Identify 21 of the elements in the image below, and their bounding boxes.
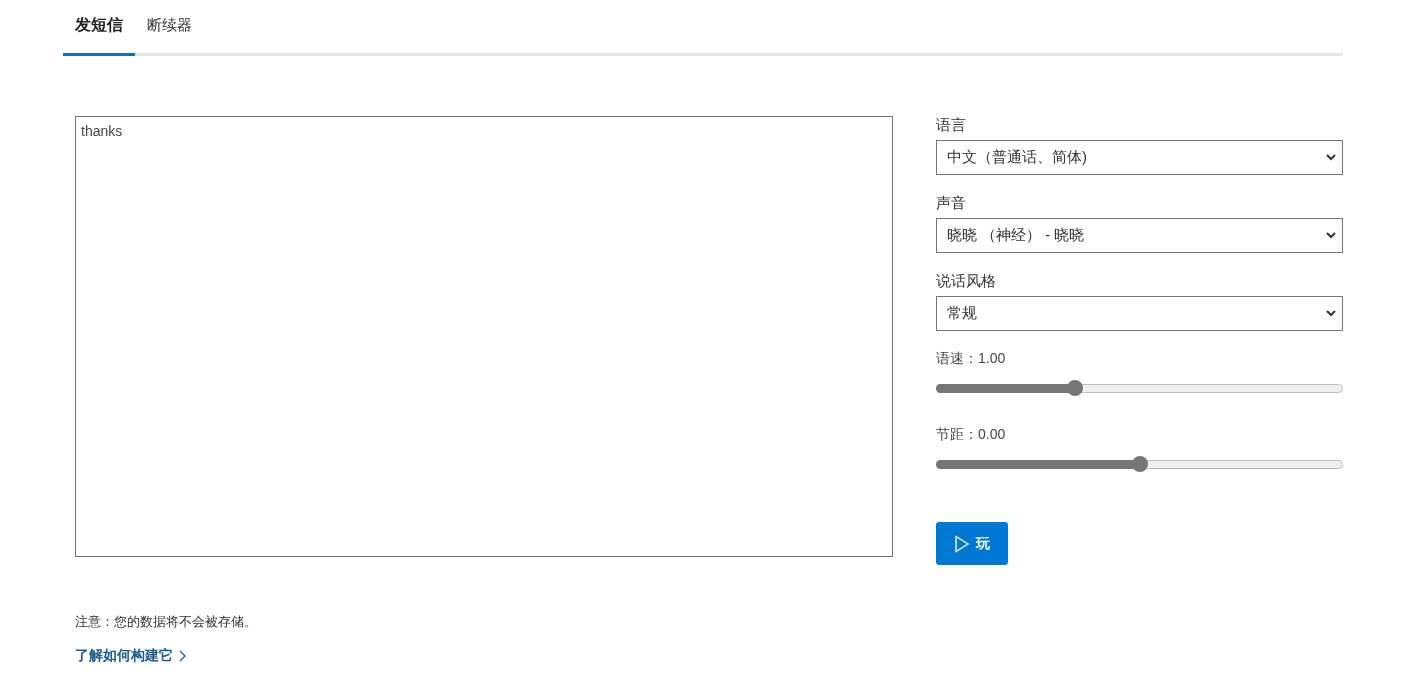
play-button[interactable]: 玩 [936, 522, 1008, 565]
tab[interactable]: 断续器 [135, 0, 204, 56]
chevron-icon [179, 650, 186, 662]
dropdown[interactable]: 中文（普通话、简体) [936, 140, 1343, 175]
chevron-icon [1326, 232, 1336, 239]
slider-thumb[interactable] [1066, 380, 1083, 396]
text-input-field[interactable]: thanks [75, 116, 893, 557]
dropdown[interactable]: 晓晓 （神经） - 晓晓 [936, 218, 1343, 253]
chevron-icon [1326, 310, 1336, 317]
notice-text: 注意：您的数据将不会被存储。 [75, 613, 258, 631]
dropdown[interactable]: 常规 [936, 296, 1343, 331]
field-label: 说话风格 [936, 272, 997, 291]
slider-thumb[interactable] [1131, 456, 1148, 472]
slider-label: 语速：1.00 [936, 350, 1007, 368]
tab[interactable]: 发短信 [63, 0, 135, 56]
field-label: 语言 [936, 116, 967, 135]
play-icon [954, 534, 970, 553]
learn-more-link[interactable]: 了解如何构建它 [75, 647, 186, 665]
chevron-icon [1326, 154, 1336, 161]
slider-label: 节距：0.00 [936, 426, 1007, 444]
field-label: 声音 [936, 194, 967, 213]
